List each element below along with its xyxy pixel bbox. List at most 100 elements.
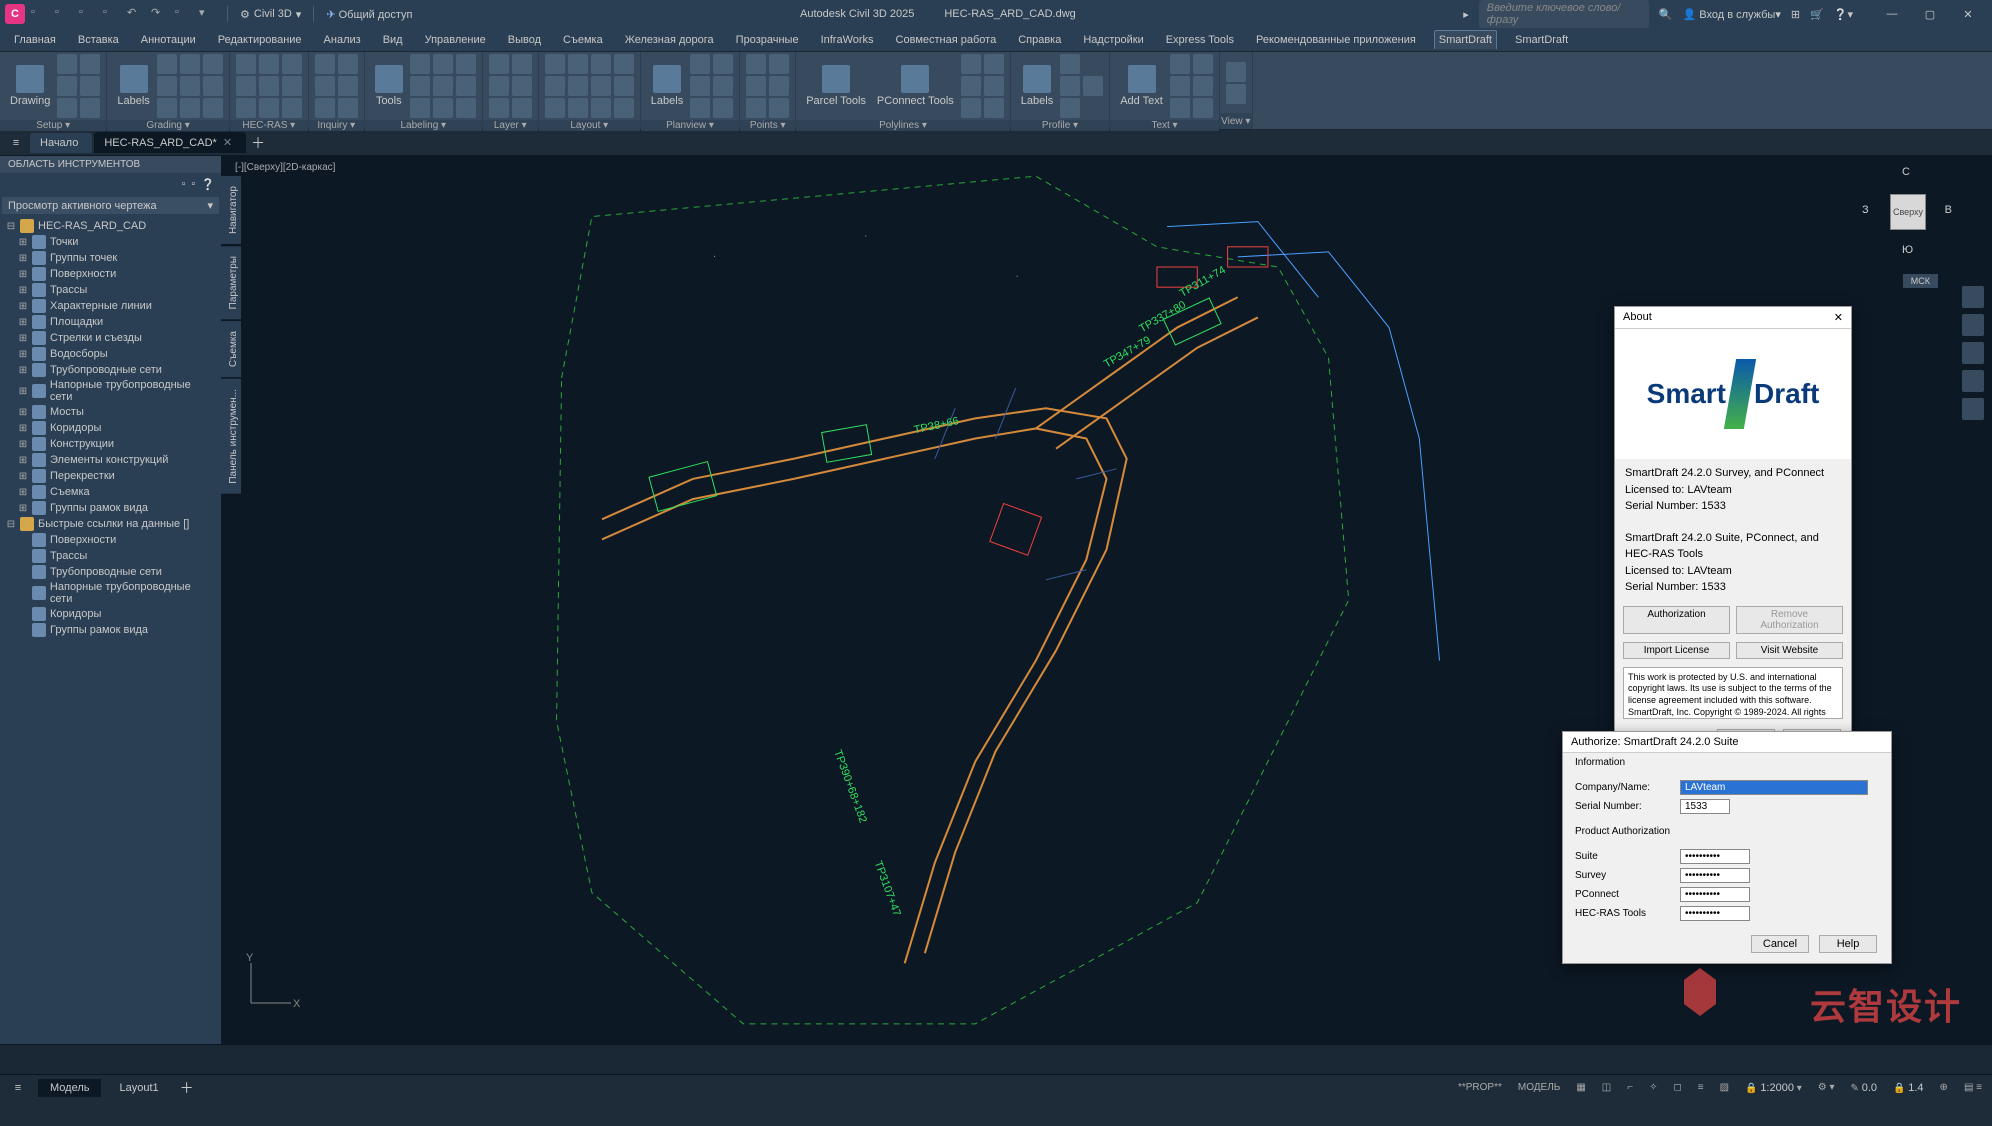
menu-tab-3[interactable]: Редактирование [214,31,306,49]
qat-print-icon[interactable]: ▫ [175,6,191,22]
viewcube-east[interactable]: В [1945,204,1952,216]
ribbon-small-icon[interactable] [259,98,279,118]
ribbon-small-icon[interactable] [1060,98,1080,118]
menu-tab-8[interactable]: Съемка [559,31,607,49]
viewcube[interactable]: Сверху С Ю В З [1862,166,1952,256]
ribbon-small-icon[interactable] [545,98,565,118]
ribbon-panel-label[interactable]: Labeling ▾ [365,120,482,131]
menu-tab-11[interactable]: InfraWorks [817,31,878,49]
ribbon-small-icon[interactable] [282,76,302,96]
tree-item[interactable]: ⊞Трассы [4,282,217,298]
ribbon-panel-label[interactable]: Setup ▾ [0,120,106,131]
app-icon[interactable]: C [5,4,25,24]
ribbon-small-icon[interactable] [489,98,509,118]
search-input[interactable]: Введите ключевое слово/фразу [1479,0,1649,28]
ribbon-small-icon[interactable] [315,76,335,96]
ribbon-small-icon[interactable] [961,98,981,118]
ribbon-panel-label[interactable]: Inquiry ▾ [309,120,364,131]
ribbon-small-icon[interactable] [1170,76,1190,96]
ribbon-tools[interactable]: Tools [371,63,407,109]
menu-tab-14[interactable]: Надстройки [1079,31,1147,49]
status-scale[interactable]: 🔒 1:2000 ▾ [1741,1080,1806,1096]
ribbon-small-icon[interactable] [746,54,766,74]
ribbon-small-icon[interactable] [568,98,588,118]
window-close-button[interactable]: ✕ [1949,0,1987,28]
add-layout-button[interactable]: ＋ [177,1078,197,1098]
tree-item[interactable]: Группы рамок вида [4,622,217,638]
palette-view-dropdown[interactable]: Просмотр активного чертежа▾ [2,197,219,214]
ribbon-small-icon[interactable] [690,54,710,74]
ribbon-small-icon[interactable] [1193,98,1213,118]
ribbon-small-icon[interactable] [1170,54,1190,74]
exchange-icon[interactable]: ⊞ [1791,8,1800,21]
ribbon-labels[interactable]: Labels [1017,63,1057,109]
ribbon-panel-label[interactable]: Profile ▾ [1011,120,1109,131]
menu-tab-7[interactable]: Вывод [504,31,545,49]
ribbon-small-icon[interactable] [769,98,789,118]
ribbon-small-icon[interactable] [614,54,634,74]
tree-item[interactable]: Поверхности [4,532,217,548]
ribbon-small-icon[interactable] [512,76,532,96]
file-menu-icon[interactable]: ≡ [4,132,28,154]
tree-item[interactable]: ⊞Элементы конструкций [4,452,217,468]
tree-item[interactable]: Напорные трубопроводные сети [4,580,217,606]
menu-tab-10[interactable]: Прозрачные [732,31,803,49]
ribbon-panel-label[interactable]: Polylines ▾ [796,120,1010,131]
ribbon-small-icon[interactable] [1060,54,1080,74]
signin-button[interactable]: 👤 Вход в службы▾ [1682,8,1780,21]
ribbon-small-icon[interactable] [433,54,453,74]
ribbon-small-icon[interactable] [259,76,279,96]
tree-item[interactable]: ⊞Площадки [4,314,217,330]
ribbon-small-icon[interactable] [961,54,981,74]
status-meter[interactable]: 🔒 1.4 [1889,1080,1928,1096]
menu-tab-12[interactable]: Совместная работа [892,31,1001,49]
tree-item[interactable]: ⊞Точки [4,234,217,250]
status-lineweight-icon[interactable]: ≡ [1694,1080,1708,1095]
menu-tab-18[interactable]: SmartDraft [1511,31,1572,49]
ribbon-small-icon[interactable] [984,54,1004,74]
ribbon-small-icon[interactable] [713,54,733,74]
tree-item[interactable]: Коридоры [4,606,217,622]
ribbon-small-icon[interactable] [690,98,710,118]
ribbon-small-icon[interactable] [236,98,256,118]
qat-redo-icon[interactable]: ↷ [151,6,167,22]
ribbon-small-icon[interactable] [769,54,789,74]
ribbon-small-icon[interactable] [1060,76,1080,96]
ribbon-small-icon[interactable] [1083,76,1103,96]
ribbon-small-icon[interactable] [57,76,77,96]
qat-undo-icon[interactable]: ↶ [127,6,143,22]
ribbon-small-icon[interactable] [180,76,200,96]
tree-item[interactable]: ⊞Коридоры [4,420,217,436]
status-prop[interactable]: **PROP** [1454,1080,1506,1095]
menu-tab-13[interactable]: Справка [1014,31,1065,49]
status-plus-icon[interactable]: ⊕ [1936,1080,1952,1095]
viewcube-wcs[interactable]: МСК [1903,274,1938,288]
ribbon-small-icon[interactable] [713,76,733,96]
ribbon-panel-label[interactable]: Planview ▾ [641,120,739,131]
ribbon-small-icon[interactable] [157,54,177,74]
ribbon-pconnect-tools[interactable]: PConnect Tools [873,63,958,109]
ribbon-small-icon[interactable] [984,76,1004,96]
window-restore-button[interactable]: ▢ [1911,0,1949,28]
ribbon-panel-label[interactable]: Grading ▾ [107,120,228,131]
add-tab-button[interactable]: ＋ [248,133,268,153]
ribbon-small-icon[interactable] [315,98,335,118]
authorize-help-button[interactable]: Help [1819,935,1877,953]
tree-item[interactable]: ⊞Характерные линии [4,298,217,314]
menu-tab-6[interactable]: Управление [421,31,490,49]
tree-item[interactable]: ⊞Водосборы [4,346,217,362]
ribbon-small-icon[interactable] [203,54,223,74]
ribbon-small-icon[interactable] [203,76,223,96]
layout-tab[interactable]: Layout1 [109,1079,168,1097]
status-model-space[interactable]: МОДЕЛЬ [1514,1080,1564,1095]
menu-tab-15[interactable]: Express Tools [1162,31,1238,49]
status-decimal[interactable]: ✎ 0.0 [1847,1080,1881,1096]
visit-website-button[interactable]: Visit Website [1736,642,1843,659]
model-tab[interactable]: Модель [38,1079,101,1097]
ribbon-small-icon[interactable] [489,76,509,96]
ribbon-small-icon[interactable] [690,76,710,96]
ribbon-small-icon[interactable] [180,98,200,118]
ribbon-small-icon[interactable] [456,76,476,96]
viewcube-west[interactable]: З [1862,204,1869,216]
nav-orbit-icon[interactable] [1962,370,1984,392]
